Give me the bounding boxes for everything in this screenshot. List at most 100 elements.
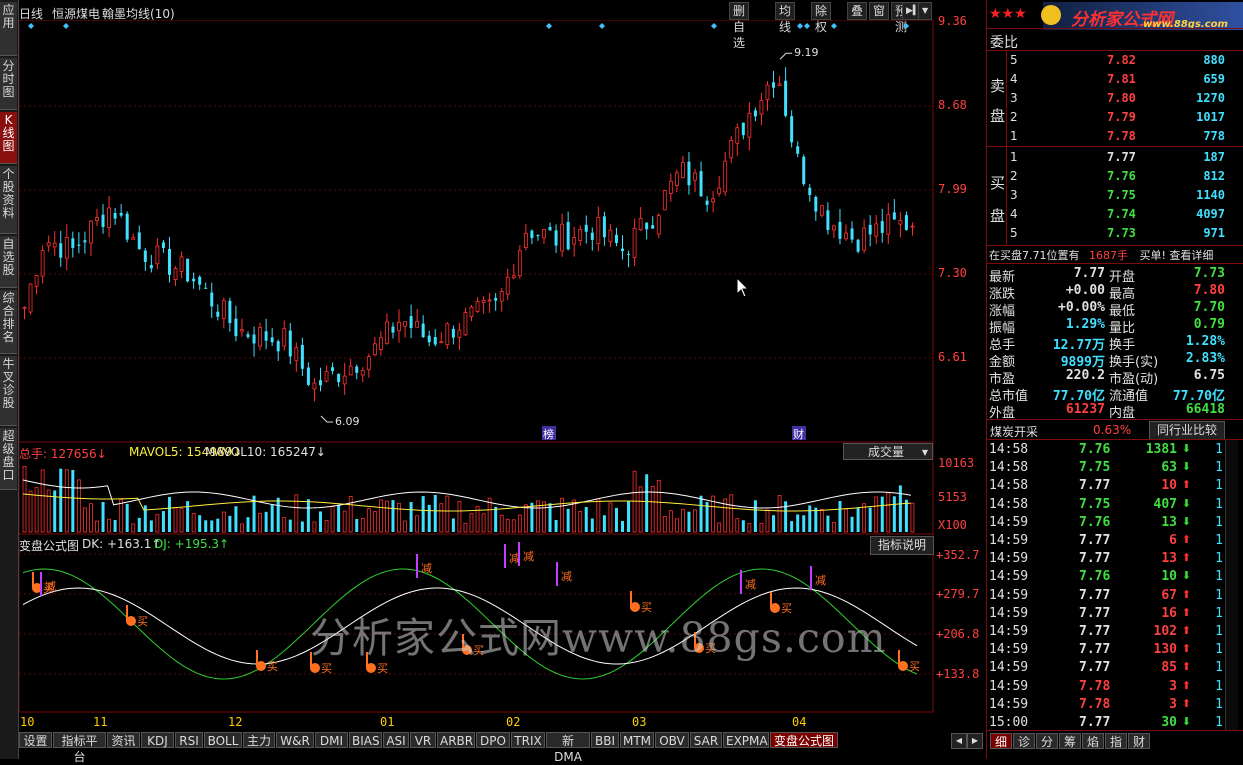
volume-bar: [457, 500, 462, 533]
volume-bar: [312, 521, 317, 533]
bottom-tab-15[interactable]: 新DMA: [546, 732, 590, 764]
left-nav-item-6[interactable]: 牛叉诊股: [0, 356, 17, 426]
sell-order-row[interactable]: 3 7.80 1270: [987, 90, 1225, 108]
candlestick: [131, 237, 136, 240]
buy-order-row[interactable]: 2 7.76 812: [987, 168, 1225, 186]
volume-bar: [210, 520, 214, 532]
bottom-tab-1[interactable]: 指标平台: [53, 732, 106, 764]
candlestick: [741, 122, 745, 136]
sell-order-row[interactable]: 2 7.79 1017: [987, 109, 1225, 127]
candlestick: [530, 230, 534, 239]
sell-order-row[interactable]: 5 7.82 880: [987, 52, 1225, 70]
bottom-tab-12[interactable]: ARBR: [437, 732, 475, 748]
scroll-right-icon[interactable]: ▶: [967, 733, 983, 749]
date-tick: 02: [506, 715, 521, 729]
toolbar-chevron-down-icon[interactable]: ▼: [918, 2, 933, 20]
candlestick: [415, 321, 420, 328]
bottom-tab-10[interactable]: ASI: [383, 732, 409, 748]
toolbar-button-3[interactable]: 叠: [847, 2, 868, 20]
sell-order-row[interactable]: 1 7.78 778: [987, 128, 1225, 146]
bottom-tab-11[interactable]: VR: [410, 732, 436, 748]
volume-bar: [119, 499, 124, 533]
bottom-tab-14[interactable]: TRIX: [511, 732, 545, 748]
left-nav-item-1[interactable]: 分时图: [0, 58, 17, 110]
buy-signal-label: 买: [909, 660, 920, 673]
toolbar-button-2[interactable]: 除权: [811, 2, 832, 34]
buy-order-row[interactable]: 4 7.74 4097: [987, 206, 1225, 224]
buy-order-row[interactable]: 3 7.75 1140: [987, 187, 1225, 205]
bottom-tab-19[interactable]: SAR: [690, 732, 722, 748]
right-tab-4[interactable]: 焰: [1082, 733, 1104, 749]
right-tab-0[interactable]: 细: [990, 733, 1012, 749]
left-nav-item-4[interactable]: 自选股: [0, 236, 17, 288]
volume-bar: [348, 495, 353, 533]
candlestick: [772, 82, 776, 88]
volume-bar: [415, 515, 420, 533]
indicator-help-button[interactable]: 指标说明: [870, 536, 934, 555]
bottom-tab-20[interactable]: EXPMA: [723, 732, 769, 748]
candlestick: [898, 220, 903, 225]
industry-compare-button[interactable]: 同行业比较: [1149, 421, 1225, 440]
right-tab-6[interactable]: 财: [1128, 733, 1150, 749]
left-nav-item-7[interactable]: 超级盘口: [0, 428, 17, 490]
left-nav-item-5[interactable]: 综合排名: [0, 290, 17, 354]
bottom-tab-3[interactable]: KDJ: [141, 732, 174, 748]
volume-dropdown[interactable]: 成交量 ▼: [843, 443, 933, 460]
left-nav-item-0[interactable]: 应用: [0, 2, 17, 56]
candlestick: [481, 299, 486, 303]
volume-bar: [161, 511, 165, 532]
buy-order-row[interactable]: 5 7.73 971: [987, 225, 1225, 243]
bottom-tab-18[interactable]: OBV: [655, 732, 689, 748]
candlestick: [192, 278, 196, 282]
candlestick: [578, 229, 583, 242]
left-nav-item-3[interactable]: 个股资料: [0, 166, 17, 234]
left-nav-item-2[interactable]: K线图: [0, 112, 17, 164]
right-tab-1[interactable]: 诊: [1013, 733, 1035, 749]
candlestick: [717, 187, 722, 194]
volume-bar: [173, 506, 178, 533]
candlestick: [790, 116, 794, 143]
arrow-up-icon: ⬆: [1181, 642, 1191, 656]
indicator-tick: +133.8: [936, 667, 980, 681]
candlestick: [22, 306, 27, 309]
tick-row: 14:58 7.75 407 ⬇ 1: [989, 496, 1223, 512]
candlestick: [832, 225, 836, 231]
buy-order-row[interactable]: 1 7.77 187: [987, 149, 1225, 167]
toolbar-button-1[interactable]: 均线: [775, 2, 796, 34]
sell-signal-label: 减: [421, 562, 432, 575]
bottom-tab-7[interactable]: W&R: [276, 732, 314, 748]
right-tab-2[interactable]: 分: [1036, 733, 1058, 749]
bottom-tab-0[interactable]: 设置: [19, 732, 52, 748]
bottom-tab-21[interactable]: 变盘公式图: [770, 732, 838, 748]
candlestick: [252, 334, 256, 344]
right-tab-5[interactable]: 指: [1105, 733, 1127, 749]
bottom-tab-13[interactable]: DPO: [476, 732, 510, 748]
sector-name[interactable]: 煤炭开采: [990, 423, 1038, 440]
bottom-tab-6[interactable]: 主力: [243, 732, 275, 748]
order-info-line[interactable]: 在买盘7.71位置有 1687手 买单! 查看详细: [989, 247, 1229, 263]
candlestick: [258, 326, 262, 347]
toolbar-button-0[interactable]: 删自选: [729, 2, 750, 50]
candlestick: [868, 224, 872, 235]
volume-bar: [892, 496, 896, 532]
tick-scrollbar[interactable]: [1225, 440, 1238, 730]
bottom-tab-8[interactable]: DMI: [315, 732, 348, 748]
sell-order-row[interactable]: 4 7.81 659: [987, 71, 1225, 89]
bottom-tab-2[interactable]: 资讯: [107, 732, 140, 748]
indicator-dj: DJ: +195.3↑: [154, 537, 230, 551]
volume-bar: [850, 516, 854, 532]
bottom-tab-5[interactable]: BOLL: [204, 732, 242, 748]
scroll-left-icon[interactable]: ◀: [951, 733, 967, 749]
bottom-tab-9[interactable]: BIAS: [349, 732, 382, 748]
bottom-tab-16[interactable]: BBI: [591, 732, 619, 748]
bottom-tab-17[interactable]: MTM: [620, 732, 654, 748]
candlestick: [711, 198, 716, 203]
volume-bar: [693, 509, 697, 533]
candlestick: [421, 323, 425, 338]
right-tab-3[interactable]: 筹: [1059, 733, 1081, 749]
volume-bar: [505, 518, 510, 533]
toolbar-button-4[interactable]: 窗: [869, 2, 890, 20]
bottom-tab-4[interactable]: RSI: [175, 732, 203, 748]
tick-row: 14:59 7.77 67 ⬆ 1: [989, 587, 1223, 603]
signal-diamond-icon: [831, 23, 837, 29]
